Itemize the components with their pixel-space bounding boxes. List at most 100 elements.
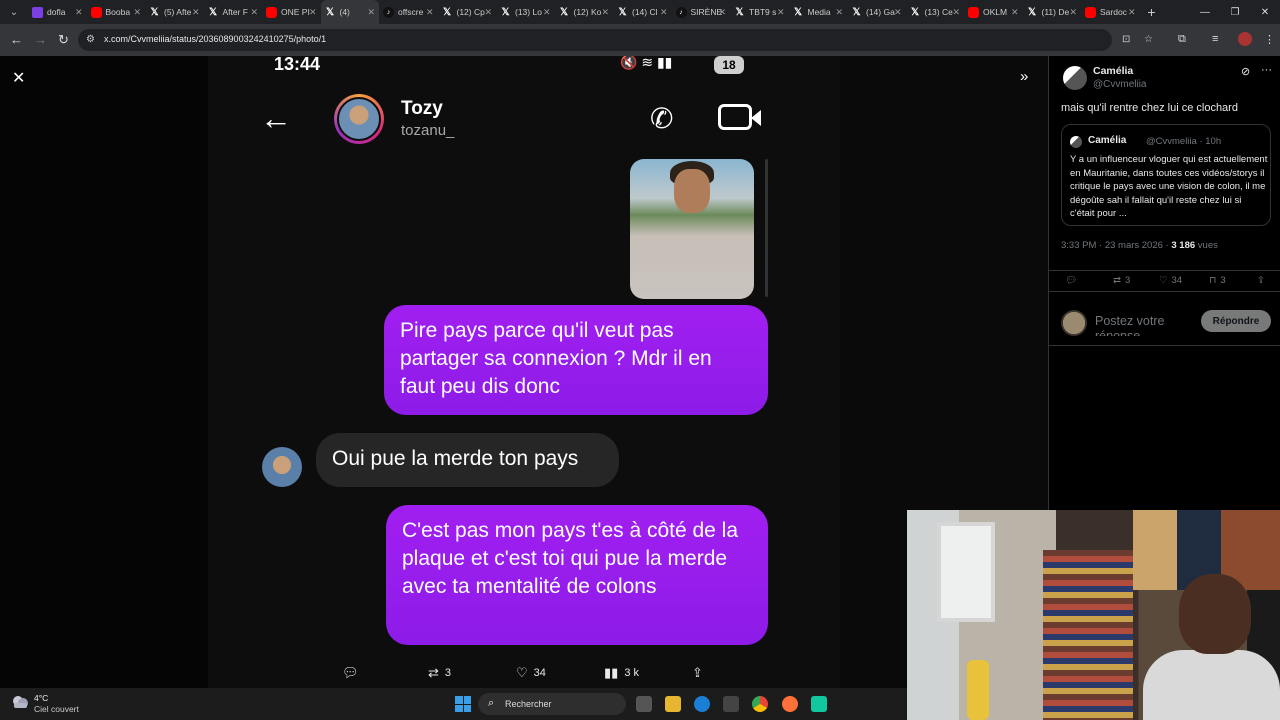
browser-tab[interactable]: 𝕏 Media ✕ xyxy=(789,0,848,24)
tab-close-icon[interactable]: ✕ xyxy=(309,7,317,18)
tab-close-icon[interactable]: ✕ xyxy=(601,7,609,18)
browser-tab[interactable]: 𝕏 (4) ✕ xyxy=(320,0,379,24)
site-info-icon[interactable]: ⚙ xyxy=(86,34,95,45)
reply-icon: 💬︎ xyxy=(342,665,359,680)
url-field[interactable]: ⚙ x.com/Cvvmeliia/status/203608900324241… xyxy=(78,29,1153,51)
tab-label: Media xyxy=(807,7,831,17)
like-action[interactable]: ♡ 34 xyxy=(516,665,546,681)
tab-close-icon[interactable]: ✕ xyxy=(484,7,492,18)
close-icon[interactable]: ✕ xyxy=(12,68,25,88)
browser-tab[interactable]: ♪ SIRÈNE ✕ xyxy=(672,0,731,24)
edge-icon[interactable] xyxy=(694,696,710,712)
browser-tab[interactable]: Booba ✕ xyxy=(87,0,146,24)
browser-tab[interactable]: 𝕏 (13) Ce ✕ xyxy=(906,0,965,24)
menu-kebab-icon[interactable]: ⋮ xyxy=(1264,33,1275,46)
taskbar-search[interactable]: ⌕ Rechercher xyxy=(478,693,626,715)
tab-close-icon[interactable]: ✕ xyxy=(952,7,960,18)
app-icon[interactable] xyxy=(811,696,827,712)
media-control-icon[interactable]: ≡ xyxy=(1212,33,1218,45)
browser-tab[interactable]: ♪ offscre ✕ xyxy=(379,0,438,24)
reply-input[interactable]: Postez votre réponse xyxy=(1095,314,1195,336)
grok-icon[interactable]: ⊘ xyxy=(1241,65,1250,78)
tab-close-icon[interactable]: ✕ xyxy=(250,7,258,18)
browser-tab[interactable]: 𝕏 After F ✕ xyxy=(204,0,263,24)
reply-button[interactable]: Répondre xyxy=(1201,310,1271,332)
tab-close-icon[interactable]: ✕ xyxy=(192,7,200,18)
tab-close-icon[interactable]: ✕ xyxy=(543,7,551,18)
extensions-icon[interactable]: ⧉ xyxy=(1178,33,1186,46)
tab-close-icon[interactable]: ✕ xyxy=(1069,7,1077,18)
tab-close-icon[interactable]: ✕ xyxy=(894,7,902,18)
browser-tab[interactable]: 𝕏 (13) Lo ✕ xyxy=(496,0,555,24)
browser-tab[interactable]: Sardoc ✕ xyxy=(1081,0,1140,24)
search-icon: ⌕ xyxy=(488,697,495,709)
author-handle[interactable]: @Cvvmeliia xyxy=(1093,79,1147,90)
browser-tab[interactable]: 𝕏 TBT9 s ✕ xyxy=(730,0,789,24)
video-call-icon xyxy=(718,104,761,130)
tab-close-icon[interactable]: ✕ xyxy=(835,7,843,18)
tab-close-icon[interactable]: ✕ xyxy=(1011,7,1019,18)
reload-icon[interactable]: ↻ xyxy=(58,32,69,48)
profile-avatar[interactable] xyxy=(1238,32,1252,46)
like-button[interactable]: ♡ 34 xyxy=(1159,275,1182,286)
expand-panel-icon[interactable]: » xyxy=(1020,68,1028,85)
author-avatar[interactable] xyxy=(1063,66,1087,90)
weather-temperature[interactable]: 4°C xyxy=(34,693,48,703)
tab-close-icon[interactable]: ✕ xyxy=(133,7,141,18)
weather-description[interactable]: Ciel couvert xyxy=(34,704,79,714)
back-icon[interactable]: ← xyxy=(10,32,23,47)
close-window-icon[interactable]: ✕ xyxy=(1250,0,1280,24)
tab-close-icon[interactable]: ✕ xyxy=(718,7,726,18)
firefox-icon[interactable] xyxy=(782,696,798,712)
tab-search-chevron-icon[interactable]: ⌄ xyxy=(0,0,28,24)
bookmark-star-icon[interactable]: ☆ xyxy=(1144,34,1153,45)
tab-close-icon[interactable]: ✕ xyxy=(367,7,375,18)
tab-close-icon[interactable]: ✕ xyxy=(660,7,668,18)
browser-tab[interactable]: 𝕏 (11) De ✕ xyxy=(1023,0,1082,24)
quote-meta: @Cvvmeliia · 10h xyxy=(1146,136,1222,147)
tab-close-icon[interactable]: ✕ xyxy=(1128,7,1136,18)
tab-close-icon[interactable]: ✕ xyxy=(777,7,785,18)
browser-tab[interactable]: 𝕏 (14) Ga ✕ xyxy=(847,0,906,24)
reply-composer: Postez votre réponse Répondre xyxy=(1049,300,1280,346)
share-action[interactable]: ⇪ xyxy=(692,665,703,681)
reply-icon[interactable]: 💬︎ xyxy=(1065,275,1077,286)
start-windows-icon[interactable] xyxy=(455,696,471,712)
install-icon[interactable]: ⊡ xyxy=(1122,34,1130,45)
browser-tab[interactable]: 𝕏 (5) Afte ✕ xyxy=(145,0,204,24)
task-view-icon[interactable] xyxy=(636,696,652,712)
browser-tab[interactable]: 𝕏 (14) Cl ✕ xyxy=(613,0,672,24)
forward-icon[interactable]: → xyxy=(34,32,47,47)
author-name[interactable]: Camélia xyxy=(1093,65,1133,77)
tab-label: (4) xyxy=(339,7,350,17)
youtube-icon xyxy=(266,6,277,18)
browser-tab[interactable]: ONE PI ✕ xyxy=(262,0,321,24)
maximize-icon[interactable]: ❐ xyxy=(1220,0,1250,24)
chrome-icon[interactable] xyxy=(752,696,768,712)
reply-action[interactable]: 💬︎ xyxy=(342,665,359,681)
tab-close-icon[interactable]: ✕ xyxy=(75,7,83,18)
weather-cloud-icon[interactable] xyxy=(10,692,30,712)
more-options-icon[interactable]: ··· xyxy=(1261,64,1272,76)
browser-tab[interactable]: 𝕏 (12) Cp ✕ xyxy=(438,0,497,24)
new-tab-button[interactable]: + xyxy=(1140,4,1164,20)
bookmark-count: 3 xyxy=(1220,275,1226,286)
tab-close-icon[interactable]: ✕ xyxy=(426,7,434,18)
file-explorer-icon[interactable] xyxy=(665,696,681,712)
views-action[interactable]: ▮▮ 3 k xyxy=(604,665,639,681)
x-logo-icon: 𝕏 xyxy=(442,6,452,18)
windows-taskbar: 4°C Ciel couvert ⌕ Rechercher xyxy=(0,688,907,720)
quoted-tweet[interactable]: Camélia @Cvvmeliia · 10h Y a un influenc… xyxy=(1061,124,1271,226)
views-label: vues xyxy=(1195,240,1218,251)
browser-tab[interactable]: dofla ✕ xyxy=(28,0,87,24)
minimize-icon[interactable]: — xyxy=(1190,0,1220,24)
share-icon[interactable]: ⇪ xyxy=(1257,275,1265,286)
browser-tab[interactable]: OKLM ✕ xyxy=(964,0,1023,24)
sender-avatar xyxy=(262,447,302,487)
url-text[interactable]: x.com/Cvvmeliia/status/20360890032424102… xyxy=(104,34,326,44)
retweet-button[interactable]: ⇄ 3 xyxy=(1113,275,1130,286)
store-icon[interactable] xyxy=(723,696,739,712)
retweet-action[interactable]: ⇄ 3 xyxy=(428,665,451,681)
browser-tab[interactable]: 𝕏 (12) Ko ✕ xyxy=(555,0,614,24)
bookmark-button[interactable]: ⊓ 3 xyxy=(1209,275,1226,286)
